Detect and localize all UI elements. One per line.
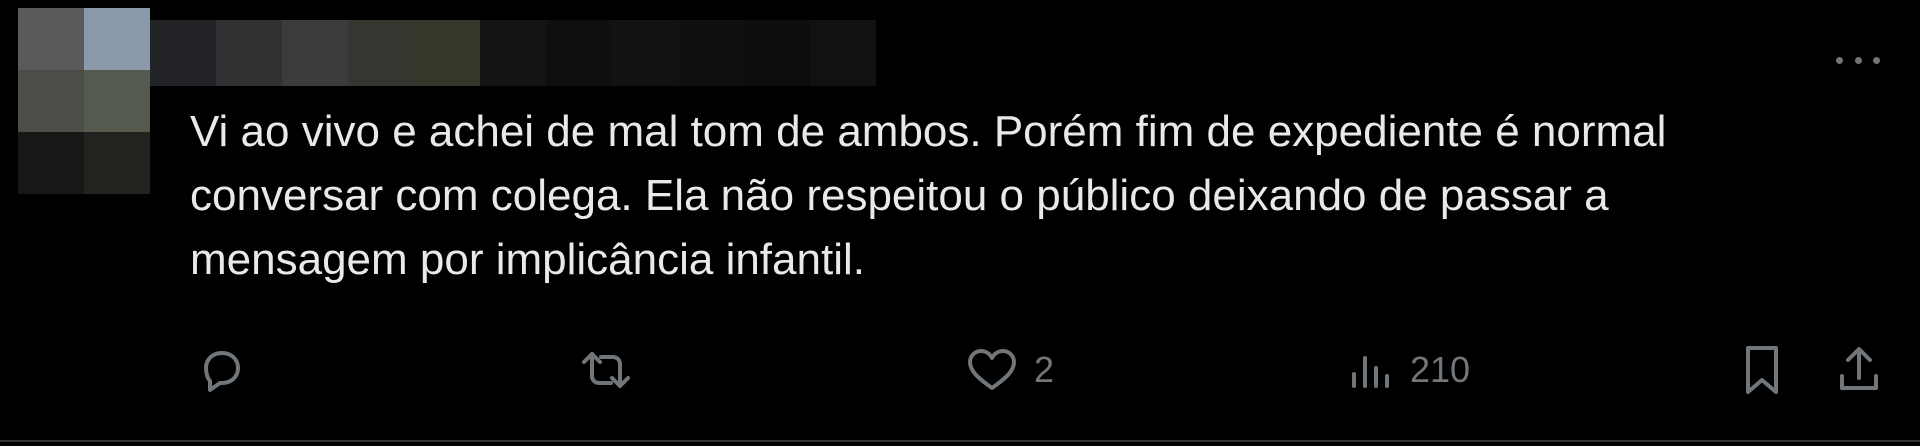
ellipsis-icon <box>1873 56 1880 64</box>
bookmark-button[interactable] <box>1738 340 1786 400</box>
share-icon <box>1840 347 1878 390</box>
avatar-pixel <box>18 70 84 132</box>
share-button[interactable] <box>1834 340 1884 400</box>
divider <box>0 440 1920 442</box>
views-chart-icon <box>1352 356 1389 388</box>
tweet-card[interactable]: Vi ao vivo e achei de mal tom de ambos. … <box>0 0 1920 446</box>
retweet-icon <box>582 352 630 388</box>
author-name-pixel <box>480 20 546 86</box>
author-name-pixel <box>810 20 876 86</box>
ellipsis-icon <box>1836 56 1843 64</box>
avatar-pixel <box>18 132 84 194</box>
like-button[interactable]: 2 <box>964 340 1054 400</box>
avatar[interactable] <box>18 8 164 194</box>
heart-icon <box>968 349 1016 390</box>
author-name-pixel <box>744 20 810 86</box>
reply-icon <box>204 351 240 392</box>
reply-button[interactable] <box>196 340 248 400</box>
like-count: 2 <box>1034 349 1055 390</box>
author-name-pixel <box>546 20 612 86</box>
author-name-pixel <box>150 20 216 86</box>
author-name-pixel <box>282 20 348 86</box>
tweet-text: Vi ao vivo e achei de mal tom de ambos. … <box>190 107 1667 284</box>
ellipsis-icon <box>1854 56 1862 64</box>
avatar-pixel <box>84 8 150 70</box>
author-name-pixel <box>348 20 414 86</box>
retweet-button[interactable] <box>578 340 634 400</box>
author-name-censored[interactable] <box>150 20 876 86</box>
author-name-pixel <box>612 20 678 86</box>
author-name-pixel <box>216 20 282 86</box>
author-name-pixel <box>678 20 744 86</box>
tweet-actions-bar: 2 210 <box>0 340 1920 400</box>
more-options-button[interactable] <box>1836 48 1880 72</box>
avatar-pixel <box>84 70 150 132</box>
avatar-pixel <box>18 8 84 70</box>
view-count: 210 <box>1410 349 1471 390</box>
bookmark-icon <box>1746 346 1778 394</box>
views-button[interactable]: 210 <box>1346 340 1470 400</box>
avatar-pixel <box>84 132 150 194</box>
author-name-pixel <box>414 20 480 86</box>
